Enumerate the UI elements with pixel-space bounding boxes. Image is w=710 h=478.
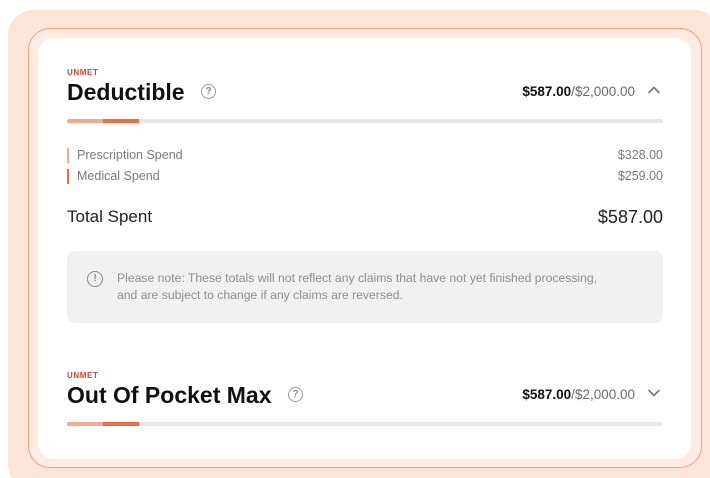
progress-segment-prescription [67, 119, 103, 123]
deductible-spent: $587.00 [522, 84, 572, 99]
chevron-up-icon[interactable] [647, 83, 661, 97]
legend-bar-prescription [67, 148, 69, 163]
question-circle-icon[interactable]: ? [201, 84, 216, 99]
oop-amount: $587.00/$2,000.00 [522, 387, 635, 403]
out-of-pocket-section: UNMET Out Of Pocket Max ? $587.00/$2,000… [67, 371, 663, 426]
breakdown-value: $259.00 [617, 169, 663, 183]
deductible-progress-bar [67, 119, 663, 123]
total-spent-value: $587.00 [597, 207, 663, 227]
info-circle-icon: ! [87, 271, 103, 287]
deductible-header[interactable]: Deductible ? $587.00/$2,000.00 [67, 78, 663, 106]
breakdown-label: Medical Spend [77, 169, 160, 183]
list-item: Medical Spend $259.00 [67, 167, 663, 188]
deductible-title: Deductible [67, 79, 185, 105]
oop-header[interactable]: Out Of Pocket Max ? $587.00/$2,000.00 [67, 381, 663, 409]
chevron-down-icon[interactable] [647, 386, 661, 400]
question-circle-icon[interactable]: ? [288, 387, 303, 402]
processing-note-text: Please note: These totals will not refle… [117, 271, 598, 302]
legend-bar-medical [67, 169, 69, 184]
deductible-amount: $587.00/$2,000.00 [522, 84, 635, 100]
processing-note: ! Please note: These totals will not ref… [67, 251, 663, 323]
total-spent-label: Total Spent [67, 207, 153, 226]
oop-status-label: UNMET [67, 371, 99, 380]
total-spent-row: Total Spent $587.00 [67, 206, 663, 228]
list-item: Prescription Spend $328.00 [67, 146, 663, 167]
breakdown-label: Prescription Spend [77, 148, 183, 162]
deductible-breakdown: Prescription Spend $328.00 Medical Spend… [67, 146, 663, 188]
oop-limit: $2,000.00 [574, 387, 635, 402]
deductible-section: UNMET Deductible ? $587.00/$2,000.00 [67, 68, 663, 123]
oop-title: Out Of Pocket Max [67, 382, 272, 408]
benefits-card: UNMET Deductible ? $587.00/$2,000.00 Pre… [38, 38, 691, 459]
deductible-status-label: UNMET [67, 68, 99, 77]
progress-segment-medical [102, 422, 139, 426]
progress-segment-medical [102, 119, 139, 123]
progress-segment-prescription [67, 422, 103, 426]
oop-spent: $587.00 [522, 387, 572, 402]
breakdown-value: $328.00 [617, 148, 663, 162]
oop-progress-bar [67, 422, 663, 426]
deductible-limit: $2,000.00 [574, 84, 635, 99]
